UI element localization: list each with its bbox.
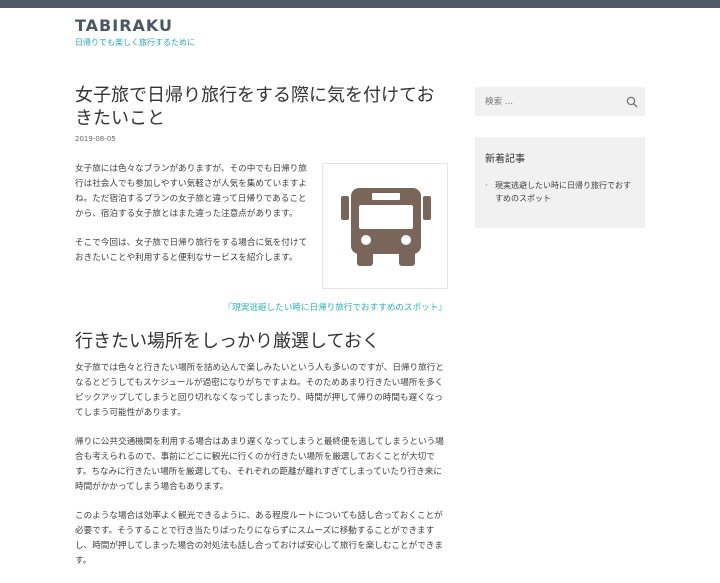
body-paragraph: このような場合は効率よく観光できるように、ある程度ルートについても話し合っておく… (75, 511, 443, 566)
recent-posts-list: › 現実逃避したい時に日帰り旅行でおすすめのスポット (485, 179, 635, 205)
site-description: 日帰りでも楽しく旅行するために (75, 38, 195, 47)
search-widget (475, 87, 645, 116)
body-paragraph: 帰りに公共交通機関を利用する場合はあまり遅くなってしまうと最終便を逃してしまうと… (75, 437, 444, 492)
recent-post-item[interactable]: › 現実逃避したい時に日帰り旅行でおすすめのスポット (485, 179, 635, 205)
site-title[interactable]: TABIRAKU (75, 16, 173, 35)
search-icon[interactable] (626, 96, 638, 108)
recent-posts-title: 新着記事 (485, 154, 525, 165)
intro-paragraph: そこで今回は、女子旅で日帰り旅行をする場合に気を付けておきたいことや利用すると便… (75, 238, 308, 263)
chevron-right-icon: › (485, 181, 488, 189)
post-title: 女子旅で日帰り旅行をする際に気を付けておきたいこと (75, 85, 435, 129)
body-paragraph: 女子旅では色々と行きたい場所を詰め込んで楽しみたいという人も多いのですが、日帰り… (75, 363, 444, 418)
recent-post-link[interactable]: 現実逃避したい時に日帰り旅行でおすすめのスポット (495, 181, 631, 203)
section-heading: 行きたい場所をしっかり厳選しておく (75, 331, 380, 352)
bus-icon (341, 188, 431, 266)
search-input[interactable] (475, 87, 615, 116)
post-intro: 女子旅には色々なプランがありますが、その中でも日帰り旅行は社会人でも参加しやすい… (75, 162, 311, 280)
post-body: 女子旅では色々と行きたい場所を詰め込んで楽しみたいという人も多いのですが、日帰り… (75, 361, 449, 583)
recent-posts-widget: 新着記事 › 現実逃避したい時に日帰り旅行でおすすめのスポット (475, 137, 645, 228)
post-thumbnail (322, 163, 448, 289)
top-bar (0, 0, 720, 8)
intro-paragraph: 女子旅には色々なプランがありますが、その中でも日帰り旅行は社会人でも参加しやすい… (75, 164, 307, 219)
post-date: 2019-08-05 (75, 135, 116, 143)
related-article-link[interactable]: 『現実逃避したい時に日帰り旅行でおすすめのスポット』 (75, 301, 447, 313)
